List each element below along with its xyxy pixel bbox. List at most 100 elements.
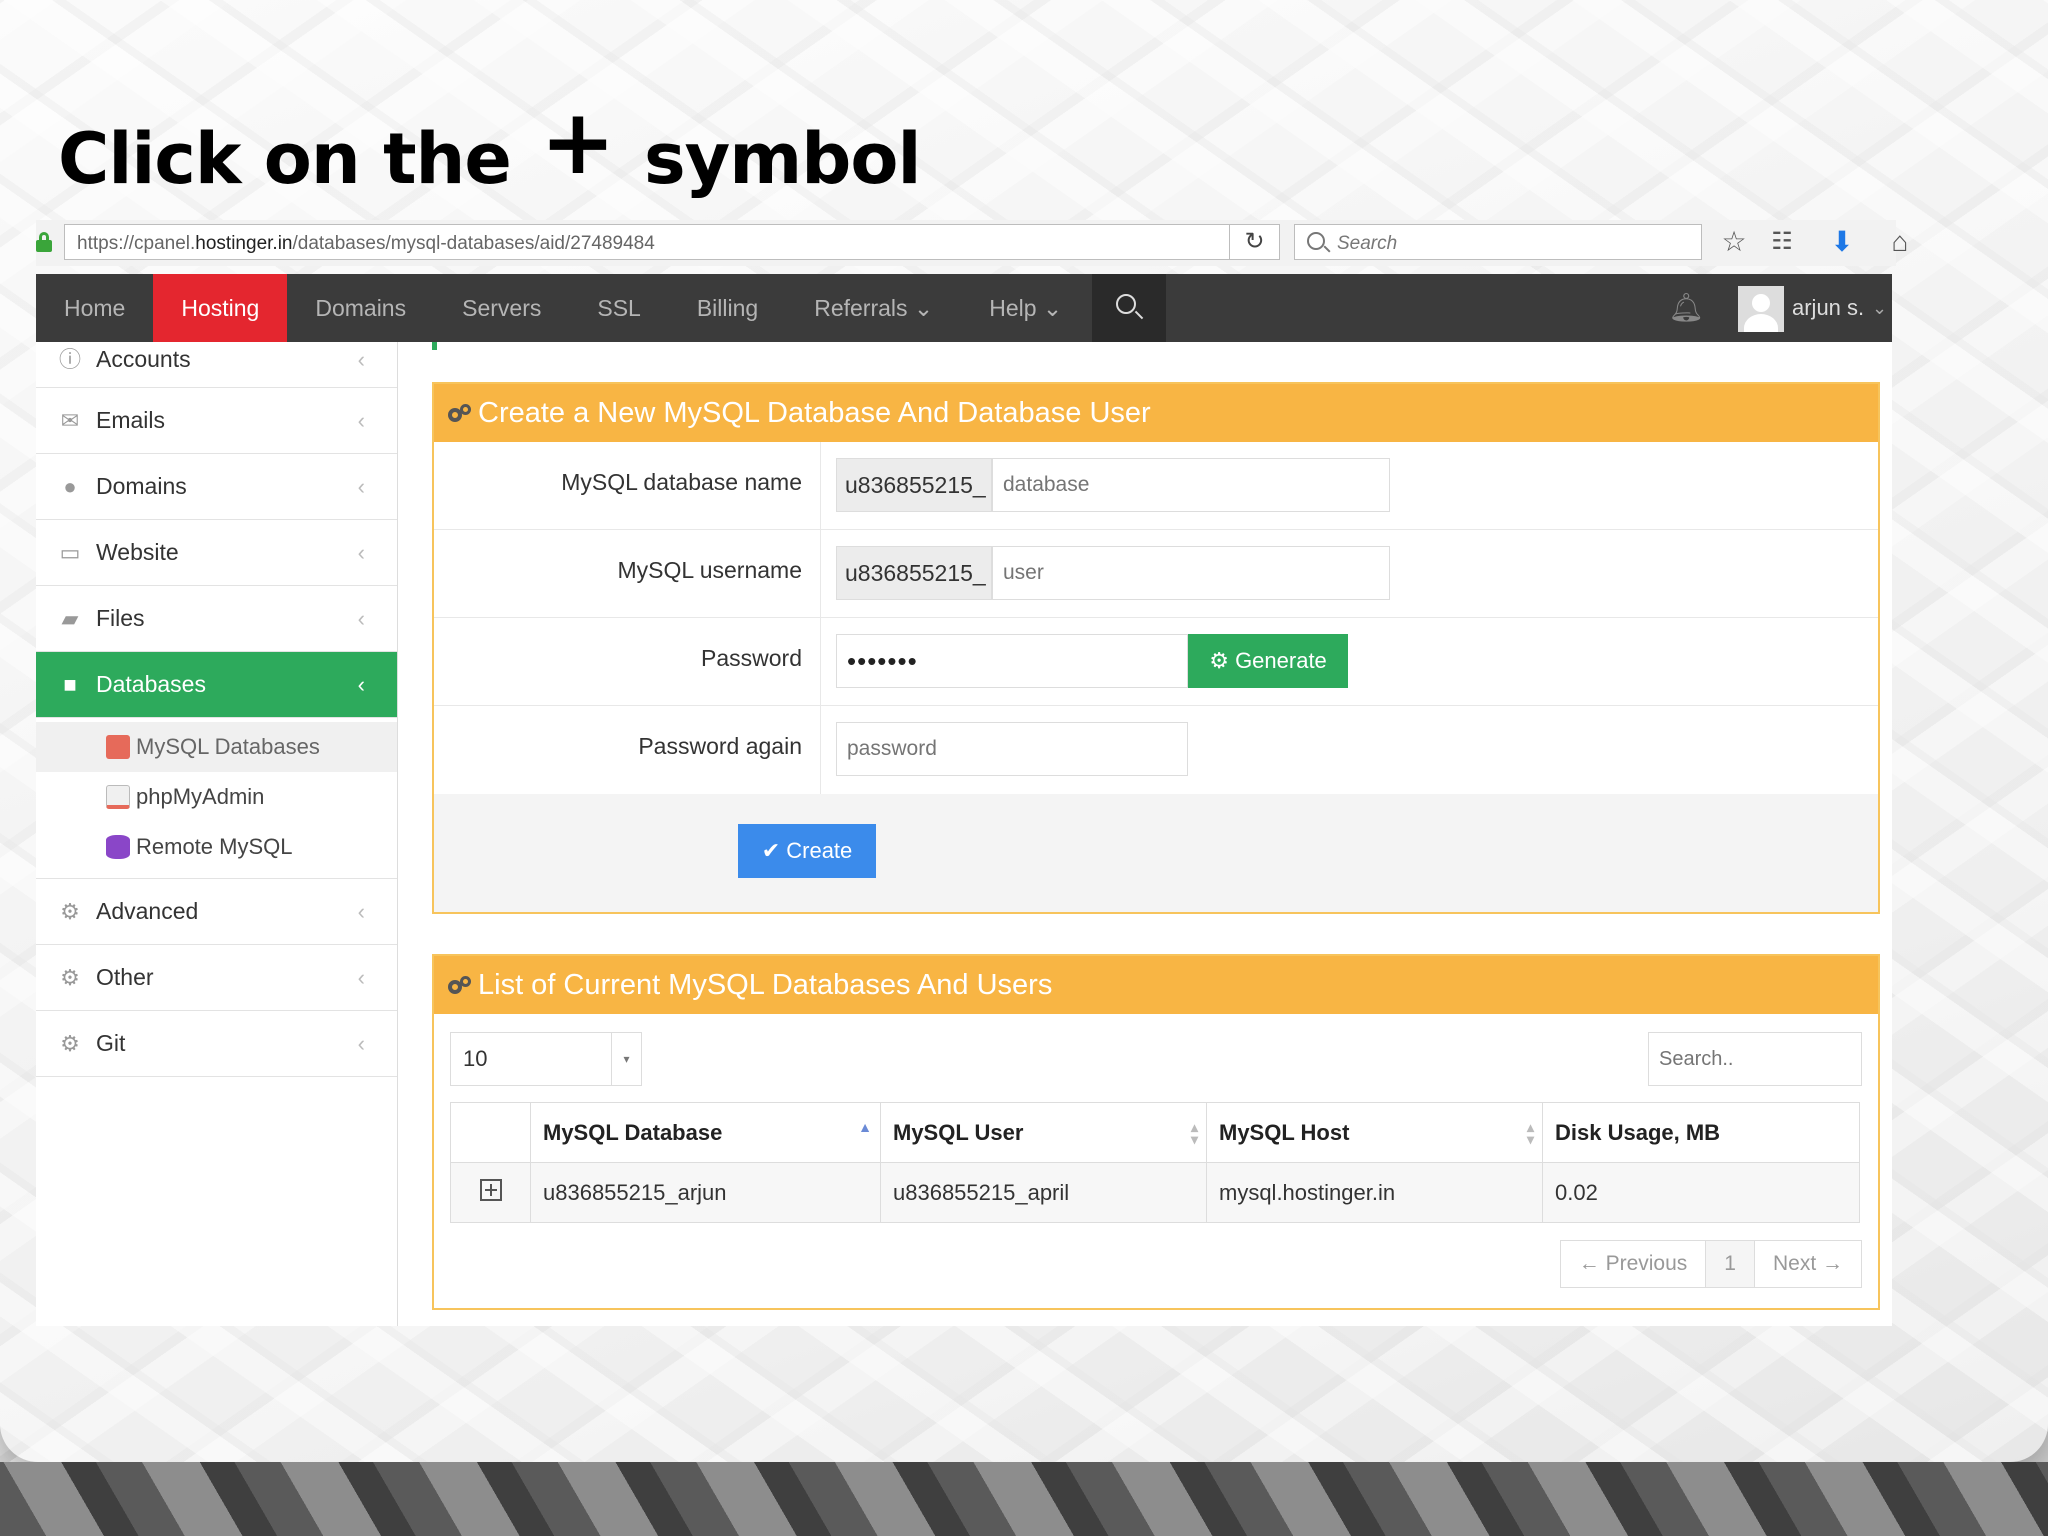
mysql-databases-icon — [106, 735, 130, 759]
gears-icon: ⚙ — [60, 1030, 80, 1056]
sidebar-item-accounts[interactable]: ⓘ Accounts ‹ — [36, 342, 397, 388]
chevron-left-icon: ‹ — [357, 1031, 365, 1056]
gear-icon: ⚙ — [60, 964, 80, 990]
sidebar-item-label: Domains — [96, 473, 187, 499]
row-divider — [820, 442, 821, 529]
next-page-button[interactable]: Next → — [1753, 1241, 1861, 1287]
password-row: Password ••••••• ⚙ Generate — [434, 618, 1878, 706]
bookmark-star-icon[interactable]: ☆ — [1716, 224, 1752, 260]
column-header-label: Disk Usage, MB — [1555, 1119, 1721, 1145]
remote-mysql-icon — [106, 835, 130, 859]
list-panel-header: List of Current MySQL Databases And User… — [434, 956, 1878, 1014]
create-database-panel: Create a New MySQL Database And Database… — [432, 382, 1880, 914]
sidebar-subitem-label: phpMyAdmin — [136, 784, 265, 809]
nav-servers[interactable]: Servers — [434, 274, 569, 342]
sidebar-item-files[interactable]: ▰ Files ‹ — [36, 586, 397, 652]
create-button[interactable]: ✔ Create — [738, 824, 876, 878]
sidebar-item-other[interactable]: ⚙ Other ‹ — [36, 945, 397, 1011]
previous-page-button[interactable]: ← Previous — [1561, 1241, 1706, 1287]
sidebar-item-domains[interactable]: ● Domains ‹ — [36, 454, 397, 520]
password-input[interactable]: ••••••• — [836, 634, 1188, 688]
list-panel-title: List of Current MySQL Databases And User… — [478, 969, 1053, 1001]
url-prefix: https://cpanel. — [77, 233, 196, 254]
chevron-left-icon: ‹ — [357, 347, 365, 372]
table-row: u836855215_arjun u836855215_april mysql.… — [450, 1162, 1860, 1223]
gear-icon: ⚙ — [1209, 648, 1229, 673]
search-icon — [1307, 232, 1325, 250]
browser-toolbar: https://cpanel.hostinger.in/databases/my… — [36, 220, 1908, 266]
nav-help[interactable]: Help ⌄ — [961, 274, 1090, 342]
download-arrow-icon[interactable]: ⬇ — [1824, 224, 1860, 260]
expand-plus-icon[interactable] — [479, 1178, 502, 1201]
sidebar-item-label: Git — [96, 1030, 126, 1056]
cell-disk-usage: 0.02 — [1542, 1162, 1860, 1223]
sidebar-subitem-phpmyadmin[interactable]: phpMyAdmin — [36, 772, 397, 822]
gears-icon — [448, 976, 472, 996]
url-field[interactable]: https://cpanel.hostinger.in/databases/my… — [64, 224, 1230, 260]
nav-search-button[interactable] — [1092, 274, 1167, 342]
browser-search-placeholder: Search — [1337, 233, 1398, 254]
sidebar-item-website[interactable]: ▭ Website ‹ — [36, 520, 397, 586]
expand-column-header — [450, 1102, 531, 1163]
bell-icon[interactable]: 🔔︎ — [1668, 290, 1704, 326]
column-header-mysql-user[interactable]: MySQL User ▴ ▾ — [880, 1102, 1207, 1163]
table-search-input[interactable] — [1648, 1032, 1862, 1086]
nav-referrals[interactable]: Referrals ⌄ — [786, 274, 961, 342]
envelope-icon: ✉ — [60, 407, 80, 433]
chevron-down-icon: ⌄ — [913, 295, 934, 321]
nav-ssl[interactable]: SSL — [569, 274, 668, 342]
chevron-left-icon: ‹ — [357, 540, 365, 565]
home-icon[interactable]: ⌂ — [1882, 224, 1918, 260]
browser-search-field[interactable]: Search — [1294, 224, 1702, 260]
sidebar-subitem-remote-mysql[interactable]: Remote MySQL — [36, 822, 397, 872]
password-again-row: Password again — [434, 706, 1878, 794]
sidebar-subitem-label: MySQL Databases — [136, 734, 320, 759]
generate-button[interactable]: ⚙ Generate — [1188, 634, 1348, 688]
chevron-left-icon: ‹ — [357, 474, 365, 499]
column-header-mysql-host[interactable]: MySQL Host ▴ ▾ — [1206, 1102, 1543, 1163]
slide-bottom-band — [0, 1462, 2048, 1536]
reading-list-icon[interactable]: ☷ — [1764, 224, 1800, 260]
url-host: hostinger.in — [195, 233, 293, 254]
chevron-down-icon: ⌄ — [1042, 295, 1063, 321]
sidebar-item-emails[interactable]: ✉ Emails ‹ — [36, 388, 397, 454]
sidebar-item-label: Other — [96, 964, 154, 990]
search-icon — [1116, 294, 1137, 314]
table-header-row: MySQL Database ▲ MySQL User ▴ ▾ MySQL Host ▴… — [450, 1102, 1860, 1163]
nav-billing[interactable]: Billing — [669, 274, 786, 342]
globe-icon: ● — [63, 473, 77, 499]
username-label: MySQL username — [617, 557, 803, 583]
check-icon: ✔ — [761, 838, 781, 863]
avatar[interactable] — [1738, 286, 1784, 332]
chevron-down-icon[interactable]: ⌄ — [1872, 274, 1887, 342]
caret-down-icon: ▾ — [611, 1033, 641, 1085]
sidebar-item-databases[interactable]: ■ Databases ‹ — [36, 652, 397, 718]
chevron-left-icon: ‹ — [357, 899, 365, 924]
column-header-mysql-database[interactable]: MySQL Database ▲ — [530, 1102, 881, 1163]
list-databases-panel: List of Current MySQL Databases And User… — [432, 954, 1880, 1310]
username-row: MySQL username u836855215_ — [434, 530, 1878, 618]
folder-icon: ▰ — [61, 605, 79, 631]
sidebar-item-label: Website — [96, 539, 179, 565]
reload-icon[interactable]: ↻ — [1230, 224, 1280, 260]
page-size-select[interactable]: 10 ▾ — [450, 1032, 642, 1086]
db-name-input[interactable] — [992, 458, 1390, 512]
sidebar-subitem-mysql-databases[interactable]: MySQL Databases — [36, 722, 397, 772]
sidebar-item-advanced[interactable]: ⚙ Advanced ‹ — [36, 879, 397, 945]
column-header-label: MySQL Database — [543, 1119, 723, 1145]
nav-home[interactable]: Home — [36, 274, 153, 342]
green-accent-marker — [432, 342, 437, 350]
password-again-label: Password again — [638, 733, 802, 759]
sidebar-item-git[interactable]: ⚙ Git ‹ — [36, 1011, 397, 1077]
phpmyadmin-icon — [106, 785, 130, 809]
db-name-row: MySQL database name u836855215_ — [434, 442, 1878, 530]
sort-icon: ▴ ▾ — [1526, 1119, 1534, 1147]
column-header-disk-usage[interactable]: Disk Usage, MB — [1542, 1102, 1860, 1163]
username-input[interactable] — [992, 546, 1390, 600]
nav-domains[interactable]: Domains — [287, 274, 434, 342]
password-again-input[interactable] — [836, 722, 1188, 776]
user-name[interactable]: arjun s. — [1792, 274, 1864, 342]
monitor-icon: ▭ — [59, 539, 81, 565]
nav-hosting[interactable]: Hosting — [153, 274, 288, 352]
page-number-button[interactable]: 1 — [1705, 1241, 1754, 1287]
